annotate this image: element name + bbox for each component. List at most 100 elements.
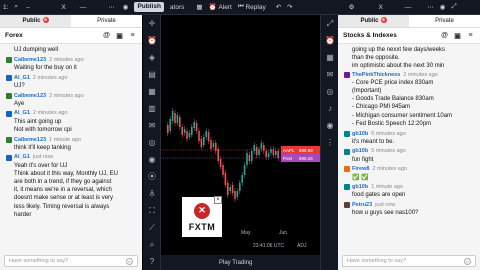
fast-button[interactable]: 1: — [0, 0, 11, 15]
target-icon[interactable]: ◉ — [143, 151, 161, 168]
chat-bubble-icon[interactable]: ✉ — [321, 66, 339, 83]
grid-icon[interactable]: ▦ — [143, 83, 161, 100]
avatar[interactable] — [344, 202, 350, 209]
menu-icon[interactable]: ≡ — [128, 31, 137, 40]
candle-body — [239, 183, 241, 191]
search-icon[interactable]: ⌕ — [11, 0, 23, 15]
candle-body — [212, 143, 215, 147]
undo-icon[interactable]: ↶ — [273, 0, 284, 15]
tab-public-right-label: Public — [360, 18, 379, 24]
ruler-icon[interactable]: ⟋ — [143, 219, 161, 236]
publish-button[interactable]: Publish — [131, 0, 166, 15]
username[interactable]: gb10b — [352, 147, 368, 155]
tab-private-right[interactable]: Private — [409, 15, 480, 27]
chat-input[interactable]: Have something to say? ☺ — [4, 255, 138, 267]
dash-icon[interactable]: – — [23, 0, 33, 15]
emoji-icon[interactable]: ☺ — [126, 257, 133, 265]
avatar[interactable] — [6, 136, 12, 143]
message-header: Calbeme123 2 minutes ago — [6, 92, 136, 100]
fork-icon[interactable]: ⫚ — [143, 185, 161, 202]
username[interactable]: Calbeme123 — [14, 56, 46, 64]
username[interactable]: Al_G1 — [14, 109, 30, 117]
channel-icon[interactable]: ▣ — [115, 31, 124, 40]
emoji-icon-right[interactable]: ☺ — [464, 257, 471, 265]
indicators-button[interactable]: ators — [167, 0, 187, 15]
watchlist-icon[interactable]: ▤ — [143, 66, 161, 83]
username[interactable]: Firew8 — [352, 165, 369, 173]
ad-close-button[interactable]: × — [214, 196, 222, 204]
layers-icon[interactable]: ◈ — [143, 49, 161, 66]
menu-icon-right[interactable]: ≡ — [466, 31, 475, 40]
more-dots-icon[interactable]: ⋯ — [424, 0, 437, 15]
candle-body — [246, 153, 248, 165]
symbol-close[interactable]: X — [58, 0, 68, 15]
zoom-icon[interactable]: ⌕ — [143, 236, 161, 253]
alert-button[interactable]: ⏰ Alert — [206, 0, 235, 15]
username[interactable]: Calbeme123 — [14, 92, 46, 100]
trading-panel-tab[interactable]: Play Trading — [219, 260, 252, 266]
dots-icon[interactable]: ⋯ — [105, 0, 118, 15]
username[interactable]: gb10b — [352, 183, 368, 191]
username[interactable]: gb10b — [352, 130, 368, 138]
avatar[interactable] — [344, 130, 350, 137]
mention-icon[interactable]: @ — [102, 31, 111, 40]
avatar[interactable] — [344, 184, 350, 191]
message-header: gb10b 1 minute ago — [344, 183, 474, 191]
ideas-icon-2[interactable]: ◎ — [321, 83, 339, 100]
avatar[interactable] — [344, 71, 350, 78]
avatar[interactable] — [6, 56, 12, 63]
avatar[interactable] — [6, 110, 12, 117]
bell-icon[interactable]: ♪ — [321, 100, 339, 117]
target-icon-2[interactable]: ◉ — [321, 117, 339, 134]
mention-icon-right[interactable]: @ — [440, 31, 449, 40]
username[interactable]: ThePinkThickness — [352, 71, 400, 79]
avatar[interactable] — [6, 92, 12, 99]
redo-icon[interactable]: ↷ — [284, 0, 295, 15]
candle-body — [265, 151, 267, 157]
room-title[interactable]: Forex — [5, 32, 98, 39]
expand-icon[interactable]: ⤢ — [321, 15, 339, 32]
avatar[interactable] — [344, 166, 350, 173]
help-icon[interactable]: ? — [143, 253, 161, 270]
tab-public-right[interactable]: Public 6 — [338, 15, 409, 27]
network-icon[interactable]: ⛶ — [143, 202, 161, 219]
camera-icon[interactable]: ◉ — [120, 0, 132, 15]
ideas-icon[interactable]: ◎ — [143, 134, 161, 151]
username[interactable]: Calbeme123 — [14, 136, 46, 144]
layout-icon[interactable]: ▦ — [193, 0, 205, 15]
alarm-icon[interactable]: ⏰ — [143, 32, 161, 49]
alarm-icon-2[interactable]: ⏰ — [321, 32, 339, 49]
message-header: Petru23 just now — [344, 201, 474, 209]
room-title-right[interactable]: Stocks & Indexes — [343, 32, 436, 39]
username[interactable]: Al_G1 — [14, 74, 30, 82]
username[interactable]: Petru23 — [352, 201, 372, 209]
candle-body — [260, 143, 263, 149]
expand-icon[interactable]: ⤢ — [448, 0, 459, 15]
minimize-icon[interactable]: — — [402, 0, 415, 15]
cursor-icon[interactable]: ✛ — [143, 15, 161, 32]
tab-public[interactable]: Public 6 — [0, 15, 71, 27]
timestamp: 2 minutes ago — [403, 71, 438, 78]
username[interactable]: Al_G1 — [14, 153, 30, 161]
avatar[interactable] — [6, 154, 12, 161]
calendar-icon[interactable]: ▥ — [143, 100, 161, 117]
replay-button[interactable]: ⏮ Replay — [235, 0, 269, 15]
minus-icon[interactable]: — — [77, 0, 90, 15]
apps-icon[interactable]: ⋮ — [321, 134, 339, 151]
alarm-icon: ⏰ — [208, 4, 217, 11]
tab-private[interactable]: Private — [71, 15, 142, 27]
grid-icon-2[interactable]: ▦ — [321, 49, 339, 66]
chat-input-right[interactable]: Have something to say? ☺ — [342, 255, 476, 267]
settings-icon[interactable]: ⚙ — [346, 0, 358, 15]
chat-message: Calbeme123 2 minutes ago Waiting for the b… — [6, 56, 136, 72]
timestamp: just now — [375, 202, 396, 209]
camera2-icon[interactable]: ◉ — [437, 0, 449, 15]
avatar[interactable] — [6, 74, 12, 81]
message-header: Calbeme123 1 minute ago — [6, 136, 136, 144]
signal-icon[interactable]: ⦿ — [143, 168, 161, 185]
message-text: - Michigan consumer sentiment 10am — [352, 112, 453, 119]
close-x-icon[interactable]: X — [375, 0, 385, 15]
chat-icon[interactable]: ✉ — [143, 117, 161, 134]
channel-icon-right[interactable]: ▣ — [453, 31, 462, 40]
avatar[interactable] — [344, 148, 350, 155]
